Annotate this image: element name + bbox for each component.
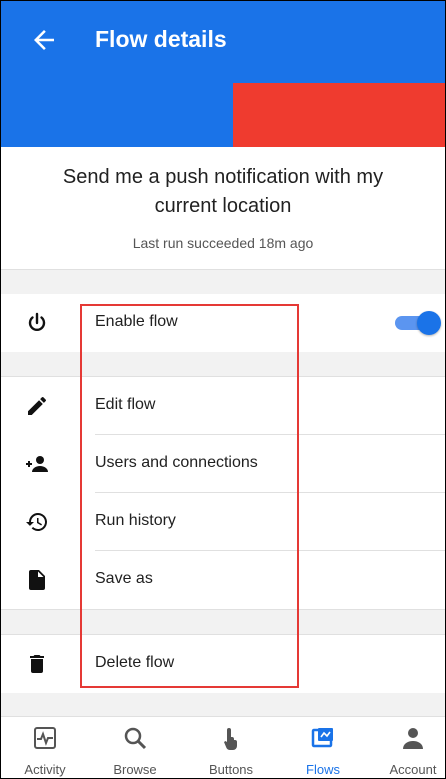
nav-account[interactable]: Account [373, 717, 445, 778]
banner-red-segment [233, 83, 445, 147]
nav-browse[interactable]: Browse [95, 717, 175, 778]
nav-activity[interactable]: Activity [5, 717, 85, 778]
pencil-icon [25, 394, 49, 418]
banner-blue-segment [1, 83, 233, 147]
flow-banner [1, 83, 445, 147]
nav-buttons[interactable]: Buttons [191, 717, 271, 778]
last-run-status: Last run succeeded 18m ago [132, 235, 314, 251]
bottom-navigation: Activity Browse Buttons Flows Account [1, 716, 445, 778]
document-icon [25, 568, 49, 592]
tap-icon [218, 725, 244, 751]
flow-description: Send me a push notification with my curr… [62, 166, 384, 217]
nav-label: Activity [24, 762, 66, 777]
page-title: Flow details [95, 26, 227, 52]
arrow-left-icon[interactable] [29, 25, 59, 55]
highlight-box [80, 304, 299, 688]
nav-label: Account [389, 762, 437, 777]
nav-flows[interactable]: Flows [283, 717, 363, 778]
person-icon [400, 725, 426, 751]
app-screen: Flow details Send me a push notification… [0, 0, 446, 779]
add-person-icon [25, 452, 49, 476]
nav-label: Buttons [208, 762, 254, 777]
power-icon [25, 311, 49, 335]
trash-icon [25, 652, 49, 676]
flow-summary: Send me a push notification with my curr… [1, 147, 445, 269]
history-icon [25, 510, 49, 534]
app-bar: Flow details [1, 1, 445, 83]
nav-label: Flows [306, 762, 340, 777]
nav-label: Browse [113, 762, 157, 777]
enable-flow-toggle[interactable] [395, 311, 441, 335]
search-icon [122, 725, 148, 751]
section-gap [1, 270, 445, 294]
activity-icon [32, 725, 58, 751]
section-gap [1, 693, 445, 716]
flows-icon [310, 725, 336, 751]
toggle-knob [417, 311, 441, 335]
